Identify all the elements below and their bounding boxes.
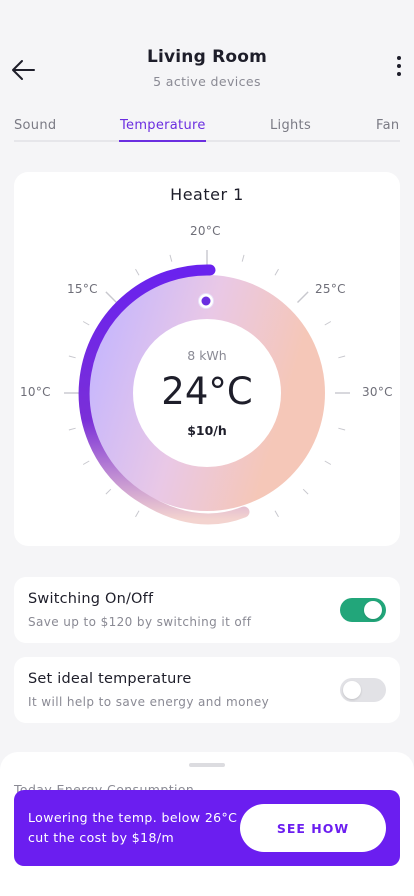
dial-tick bbox=[82, 460, 90, 465]
tab-lights[interactable]: Lights bbox=[270, 118, 311, 133]
setting-ideal-temperature: Set ideal temperature It will help to sa… bbox=[14, 657, 400, 723]
dial-label-15: 15°C bbox=[67, 282, 98, 296]
more-button[interactable] bbox=[394, 56, 404, 82]
setting-switching: Switching On/Off Save up to $120 by swit… bbox=[14, 577, 400, 643]
ideal-temperature-toggle[interactable] bbox=[340, 678, 386, 702]
dial-tick bbox=[297, 291, 309, 303]
sheet-drag-handle[interactable] bbox=[189, 763, 225, 767]
more-vertical-icon bbox=[394, 56, 404, 76]
dial-tick bbox=[324, 460, 332, 465]
current-temperature: 24°C bbox=[161, 370, 253, 413]
page-subtitle: 5 active devices bbox=[153, 74, 261, 89]
dial-label-25: 25°C bbox=[315, 282, 346, 296]
dial-handle-dot bbox=[201, 296, 211, 306]
heater-card: Heater 1 20°C 15°C 25°C 10°C 30°C 8 kWh … bbox=[14, 172, 400, 546]
setting-description: It will help to save energy and money bbox=[28, 695, 270, 709]
dial-tick bbox=[324, 321, 332, 326]
banner-text: Lowering the temp. below 26°C cut the co… bbox=[28, 810, 238, 845]
see-how-button[interactable]: SEE HOW bbox=[240, 804, 386, 852]
dial-tick bbox=[135, 510, 140, 518]
dial-tick bbox=[169, 254, 173, 262]
switching-toggle[interactable] bbox=[340, 598, 386, 622]
dial-tick bbox=[302, 488, 309, 495]
page-title: Living Room bbox=[146, 47, 268, 67]
dial-tick bbox=[105, 488, 112, 495]
energy-usage: 8 kWh bbox=[187, 348, 227, 363]
setting-description: Save up to $120 by switching it off bbox=[28, 615, 252, 629]
tab-sound[interactable]: Sound bbox=[14, 118, 56, 133]
dial-tick bbox=[105, 291, 117, 303]
dial-tick bbox=[274, 268, 279, 276]
dial-label-20: 20°C bbox=[190, 224, 221, 238]
active-tab-indicator bbox=[119, 140, 206, 142]
dial-tick bbox=[241, 254, 245, 262]
dial-tick bbox=[274, 510, 279, 518]
hourly-cost: $10/h bbox=[187, 423, 227, 438]
tab-bar: Sound Temperature Lights Fan bbox=[14, 112, 400, 142]
dial-tick bbox=[82, 321, 90, 326]
tab-fan[interactable]: Fan bbox=[376, 118, 399, 133]
header: Living Room 5 active devices bbox=[0, 0, 414, 110]
dial-tick bbox=[135, 268, 140, 276]
setting-title: Switching On/Off bbox=[28, 591, 154, 607]
savings-banner: Lowering the temp. below 26°C cut the co… bbox=[14, 790, 400, 866]
tab-temperature[interactable]: Temperature bbox=[120, 118, 206, 133]
setting-title: Set ideal temperature bbox=[28, 671, 192, 687]
